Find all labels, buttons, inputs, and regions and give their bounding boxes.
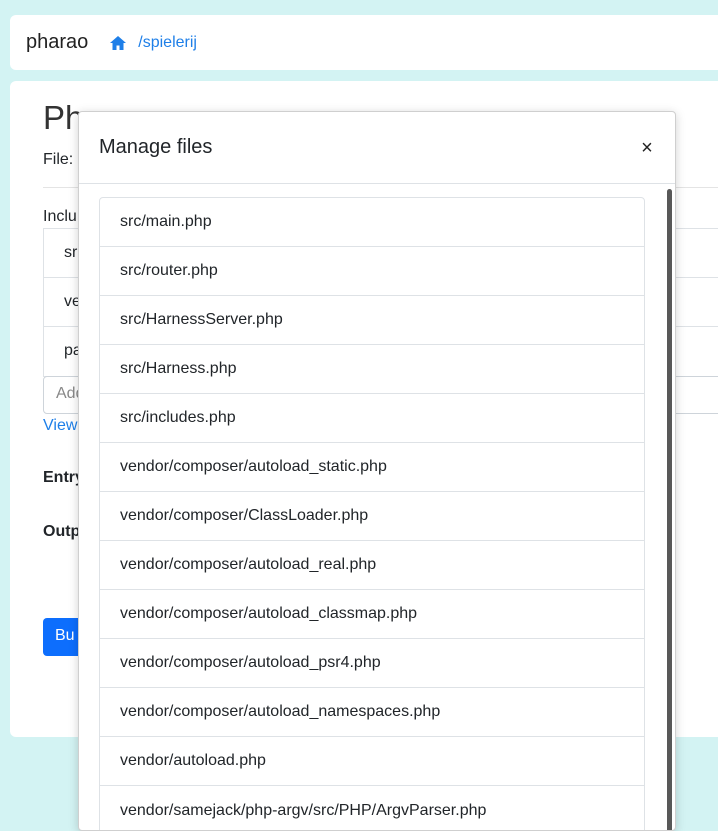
file-list: src/main.php src/router.php src/HarnessS… (99, 197, 645, 830)
file-list-item[interactable]: vendor/composer/autoload_namespaces.php (100, 688, 644, 737)
breadcrumb-path[interactable]: /spielerij (138, 34, 197, 52)
file-list-item[interactable]: vendor/composer/autoload_psr4.php (100, 639, 644, 688)
modal-title: Manage files (99, 136, 213, 158)
modal-body: src/main.php src/router.php src/HarnessS… (79, 185, 675, 830)
manage-files-modal: Manage files × src/main.php src/router.p… (78, 111, 676, 831)
file-list-item[interactable]: vendor/samejack/php-argv/src/PHP/ArgvPar… (100, 786, 644, 830)
navbar: pharao /spielerij (10, 15, 718, 70)
file-list-item[interactable]: src/includes.php (100, 394, 644, 443)
file-list-item[interactable]: src/main.php (100, 198, 644, 247)
file-list-item[interactable]: vendor/composer/autoload_real.php (100, 541, 644, 590)
brand-name[interactable]: pharao (26, 31, 88, 54)
file-list-item[interactable]: vendor/composer/autoload_static.php (100, 443, 644, 492)
file-label: File: (43, 151, 74, 168)
file-list-item[interactable]: vendor/composer/autoload_classmap.php (100, 590, 644, 639)
file-list-item[interactable]: vendor/composer/ClassLoader.php (100, 492, 644, 541)
home-icon[interactable] (110, 35, 127, 50)
modal-scrollbar[interactable] (667, 189, 672, 830)
file-list-item[interactable]: vendor/autoload.php (100, 737, 644, 786)
file-list-item[interactable]: src/Harness.php (100, 345, 644, 394)
includes-label: Inclu (43, 208, 77, 225)
file-list-item[interactable]: src/HarnessServer.php (100, 296, 644, 345)
close-icon[interactable]: × (639, 138, 655, 158)
modal-header: Manage files × (79, 112, 675, 184)
output-label: Outp (43, 523, 81, 540)
view-link[interactable]: View (43, 417, 77, 435)
file-list-item[interactable]: src/router.php (100, 247, 644, 296)
